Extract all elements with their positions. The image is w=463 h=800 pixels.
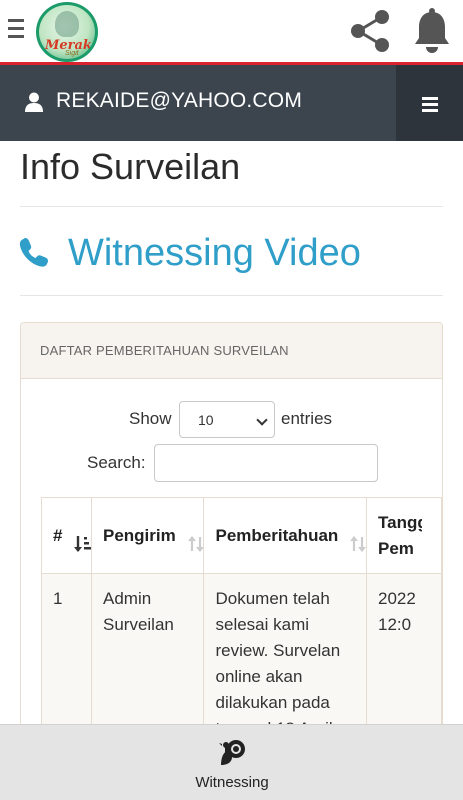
column-header-no[interactable]: # — [41, 497, 92, 574]
app-logo[interactable]: Merak Sigit — [36, 2, 98, 62]
menu-icon[interactable] — [8, 19, 28, 43]
divider — [20, 295, 443, 296]
user-email: REKAIDE@YAHOO.COM — [56, 89, 303, 112]
phone-icon — [19, 238, 48, 267]
notification-table: # Pengirim Pemberitahuan Tang Pem 1 Admi… — [41, 497, 442, 741]
column-header-label: Pengirim — [103, 525, 176, 545]
sort-both-icon — [350, 536, 367, 552]
table-header-row: # Pengirim Pemberitahuan Tang Pem — [41, 497, 442, 574]
notification-panel: DAFTAR PEMBERITAHUAN SURVEILAN Show 10 e… — [20, 322, 443, 742]
app-screen: Merak Sigit REKAIDE@YAHOO.COM Info Surve… — [0, 0, 463, 800]
column-header-label: Pemberitahuan — [215, 525, 339, 545]
table-row[interactable]: 1 Admin Surveilan Dokumen telah selesai … — [41, 573, 442, 741]
column-header-pemberitahuan[interactable]: Pemberitahuan — [203, 497, 367, 574]
sort-both-icon — [188, 536, 204, 552]
entries-label: entries — [281, 409, 333, 428]
sort-asc-icon — [74, 536, 91, 552]
share-icon[interactable] — [348, 8, 394, 54]
logo-subtext: Sigit — [65, 50, 79, 57]
cell-pengirim: Admin Surveilan — [90, 573, 205, 741]
panel-heading: DAFTAR PEMBERITAHUAN SURVEILAN — [21, 323, 442, 379]
show-label: Show — [129, 409, 172, 428]
divider — [20, 206, 443, 207]
cell-tanggal: 2022 12:0 — [366, 573, 442, 741]
column-header-label: Tanggal Pem — [378, 512, 422, 558]
bottom-navigation: Witnessing — [0, 724, 463, 800]
cell-tanggal-text: 2022 12:0 — [378, 589, 416, 634]
page-title: Info Surveilan — [20, 146, 241, 187]
user-icon — [25, 92, 43, 112]
search-label: Search: — [87, 453, 146, 472]
nav-label: Witnessing — [195, 774, 269, 791]
nav-item-witnessing[interactable]: Witnessing — [190, 725, 274, 800]
cell-pemberitahuan: Dokumen telah selesai kami review. Surve… — [203, 573, 367, 741]
chevron-down-icon — [256, 414, 268, 426]
column-header-tanggal[interactable]: Tanggal Pem — [366, 497, 442, 574]
top-header: Merak Sigit — [0, 0, 463, 65]
section-title: Witnessing Video — [68, 232, 361, 274]
column-header-pengirim[interactable]: Pengirim — [90, 497, 205, 574]
peacock-icon — [219, 740, 245, 765]
search-input[interactable] — [154, 444, 378, 482]
logo-bird-icon — [55, 11, 79, 37]
bell-icon[interactable] — [412, 8, 452, 54]
entries-select[interactable]: 10 — [179, 401, 275, 438]
hamburger-icon[interactable] — [396, 65, 463, 141]
user-bar: REKAIDE@YAHOO.COM — [0, 65, 463, 141]
column-header-label: # — [53, 525, 63, 545]
cell-no: 1 — [41, 573, 92, 741]
entries-select-value: 10 — [198, 412, 214, 428]
